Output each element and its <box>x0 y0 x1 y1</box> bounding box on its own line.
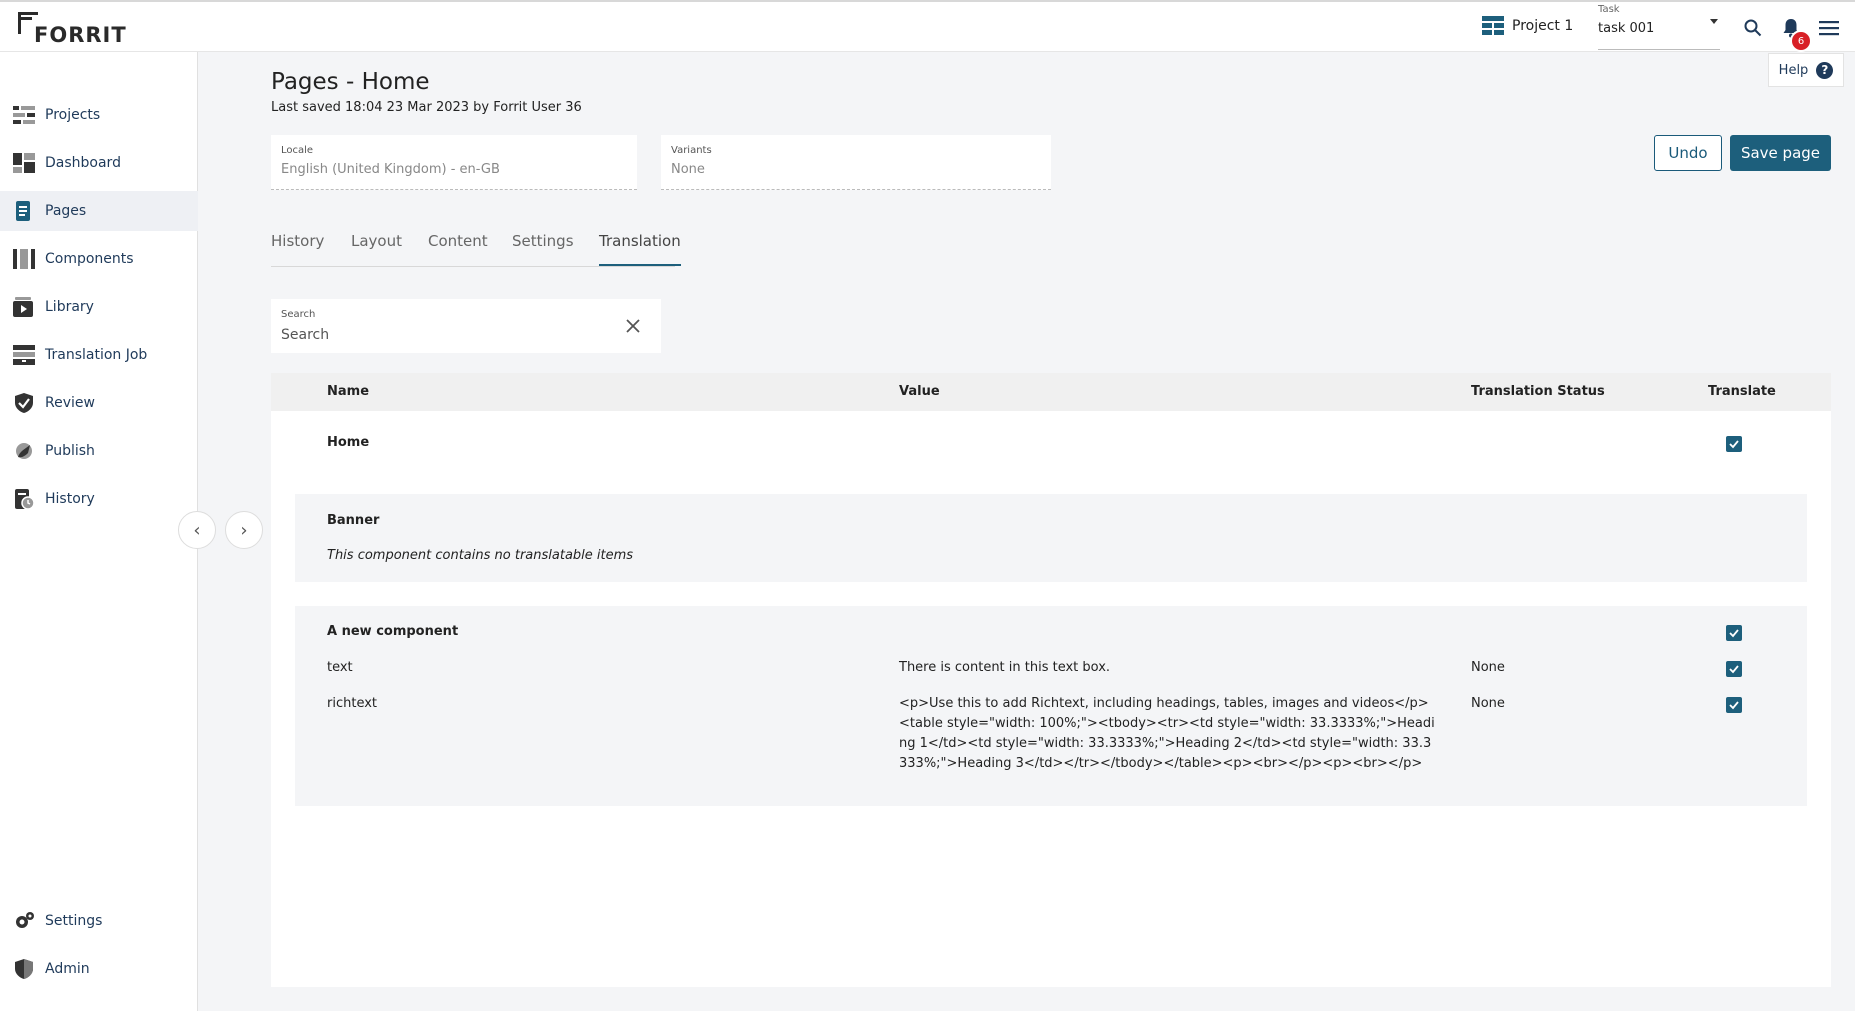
translation-table: Name Value Translation Status Translate … <box>271 373 1831 987</box>
page-title: Pages - Home <box>271 69 430 95</box>
close-icon[interactable] <box>623 316 643 336</box>
sidebar-item-history[interactable]: History <box>0 479 198 519</box>
library-icon <box>13 297 33 317</box>
logo-mark-icon <box>18 12 38 34</box>
notification-badge: 6 <box>1790 30 1812 52</box>
last-saved-text: Last saved 18:04 23 Mar 2023 by Forrit U… <box>271 100 582 115</box>
banner-note: This component contains no translatable … <box>327 548 634 563</box>
search-icon[interactable] <box>1741 16 1765 40</box>
sidebar-item-translation-job[interactable]: Translation Job <box>0 335 198 375</box>
forrit-logo[interactable]: FORRIT <box>16 10 127 48</box>
checkmark-icon <box>1729 629 1739 638</box>
checkmark-icon <box>1729 440 1739 449</box>
sidebar-item-label: Components <box>45 251 134 267</box>
variants-value: None <box>671 162 705 177</box>
chevron-left-icon[interactable]: ‹ <box>178 511 216 549</box>
admin-icon <box>15 959 33 979</box>
task-select[interactable]: Task task 001 <box>1598 4 1720 50</box>
banner-name: Banner <box>327 513 380 528</box>
hamburger-menu-icon[interactable] <box>1817 16 1841 40</box>
sidebar-item-label: History <box>45 491 95 507</box>
translation-job-icon <box>13 345 35 365</box>
checkmark-icon <box>1729 665 1739 674</box>
projects-icon <box>13 106 35 124</box>
row-home-name: Home <box>327 435 370 450</box>
locale-field[interactable]: Locale English (United Kingdom) - en-GB <box>271 135 637 190</box>
history-icon <box>15 489 35 509</box>
locale-value: English (United Kingdom) - en-GB <box>281 162 500 177</box>
save-page-button[interactable]: Save page <box>1730 135 1831 171</box>
sidebar-item-label: Projects <box>45 107 101 123</box>
column-header-translate: Translate <box>1708 384 1776 399</box>
sidebar: Projects Dashboard Pages Components Libr… <box>0 52 198 1011</box>
sidebar-item-label: Dashboard <box>45 155 121 171</box>
checkmark-icon <box>1729 701 1739 710</box>
translate-checkbox-text[interactable] <box>1726 661 1742 677</box>
search-input[interactable] <box>281 325 611 345</box>
row-text-name: text <box>327 660 353 675</box>
task-label: Task <box>1598 4 1620 15</box>
sidebar-item-label: Publish <box>45 443 95 459</box>
table-header: Name Value Translation Status Translate <box>271 373 1831 411</box>
column-header-status: Translation Status <box>1471 384 1605 399</box>
variants-field[interactable]: Variants None <box>661 135 1051 190</box>
sidebar-item-dashboard[interactable]: Dashboard <box>0 143 198 183</box>
translate-checkbox-home[interactable] <box>1726 436 1742 452</box>
publish-icon <box>16 443 32 459</box>
sidebar-item-library[interactable]: Library <box>0 287 198 327</box>
tab-settings[interactable]: Settings <box>512 232 574 266</box>
component-group: A new component text There is content in… <box>295 606 1807 806</box>
component-name: A new component <box>327 624 459 639</box>
question-icon: ? <box>1816 61 1834 79</box>
row-text-status: None <box>1471 660 1505 675</box>
sidebar-item-label: Admin <box>45 961 90 977</box>
search-label: Search <box>281 309 316 320</box>
column-header-name: Name <box>327 384 370 399</box>
row-richtext-status: None <box>1471 696 1505 711</box>
help-label: Help <box>1778 62 1809 78</box>
tab-content[interactable]: Content <box>428 232 488 266</box>
sidebar-item-review[interactable]: Review <box>0 383 198 423</box>
sidebar-item-label: Pages <box>45 203 87 219</box>
dashboard-icon <box>13 153 35 173</box>
sidebar-item-components[interactable]: Components <box>0 239 198 279</box>
help-button[interactable]: Help ? <box>1768 53 1844 87</box>
sidebar-item-publish[interactable]: Publish <box>0 431 198 471</box>
project-grid-icon <box>1482 16 1504 35</box>
review-icon <box>15 393 33 413</box>
sidebar-item-settings[interactable]: Settings <box>0 901 198 941</box>
tab-bar: History Layout Content Settings Translat… <box>271 222 681 267</box>
project-selector[interactable]: Project 1 <box>1482 16 1573 36</box>
sidebar-item-label: Settings <box>45 913 103 929</box>
translate-checkbox-richtext[interactable] <box>1726 697 1742 713</box>
logo-text: FORRIT <box>34 23 127 47</box>
tab-translation[interactable]: Translation <box>599 232 681 266</box>
banner-group: Banner This component contains no transl… <box>295 494 1807 582</box>
tab-history[interactable]: History <box>271 232 324 266</box>
variants-label: Variants <box>671 145 712 156</box>
locale-label: Locale <box>281 145 314 156</box>
column-header-value: Value <box>899 384 940 399</box>
row-text-value: There is content in this text box. <box>899 660 1111 675</box>
row-richtext-name: richtext <box>327 696 378 711</box>
pages-icon <box>16 201 30 221</box>
caret-down-icon <box>1710 19 1718 24</box>
task-value: task 001 <box>1598 21 1655 36</box>
chevron-right-icon[interactable]: › <box>225 511 263 549</box>
sidebar-item-label: Review <box>45 395 95 411</box>
translate-checkbox-component[interactable] <box>1726 625 1742 641</box>
row-richtext-value: <p>Use this to add Richtext, including h… <box>899 696 1435 771</box>
sidebar-item-label: Translation Job <box>45 347 148 363</box>
project-label: Project 1 <box>1512 18 1574 34</box>
undo-button[interactable]: Undo <box>1654 135 1722 171</box>
search-box: Search <box>271 299 661 353</box>
tab-layout[interactable]: Layout <box>351 232 402 266</box>
top-bar: FORRIT Project 1 Task task 001 6 <box>0 0 1855 52</box>
components-icon <box>13 249 35 269</box>
sidebar-item-label: Library <box>45 299 94 315</box>
gear-icon <box>16 912 34 928</box>
sidebar-item-admin[interactable]: Admin <box>0 949 198 989</box>
sidebar-item-pages[interactable]: Pages <box>0 191 198 231</box>
sidebar-item-projects[interactable]: Projects <box>0 95 198 135</box>
